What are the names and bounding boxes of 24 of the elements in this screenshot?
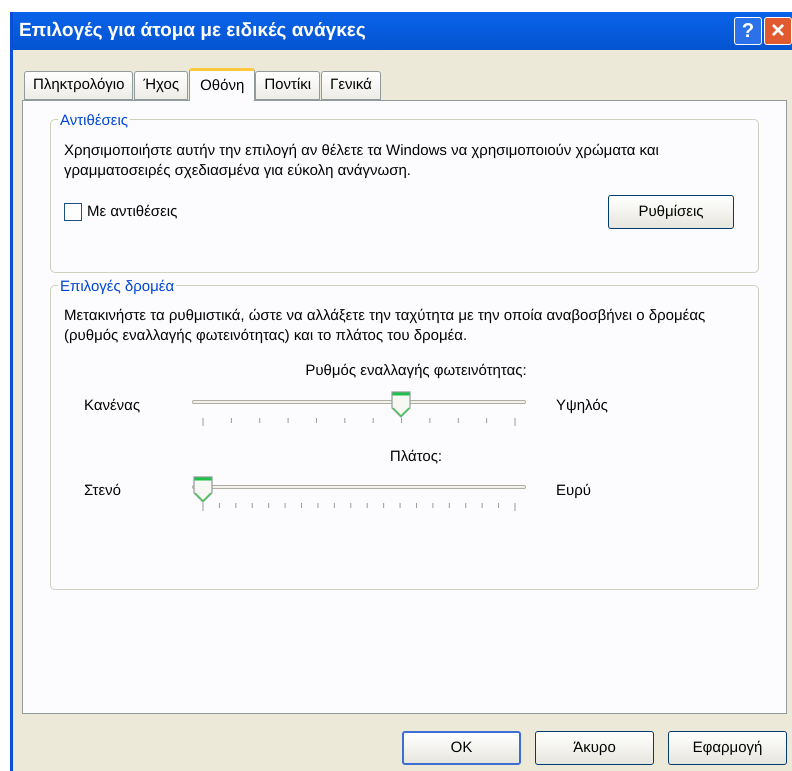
slider-thumb[interactable] [390,390,412,418]
dialog-button[interactable]: Άκυρο [535,731,654,765]
dialog-button[interactable]: OK [402,731,521,765]
slider-max-label: Υψηλός [556,396,608,416]
checkbox-label: Με αντιθέσεις [87,202,178,222]
help-button[interactable]: ? [734,17,762,45]
close-button[interactable]: × [764,17,792,45]
contrast-description: Χρησιμοποιήστε αυτήν την επιλογή αν θέλετε τα Windows να χρησιμοποιούν χρώματα και γραμματοσειρές σχεδιασμένα για εύκολη ανάγνωση. [64,141,660,181]
slider-min-label: Στενό [84,481,122,502]
slider-thumb[interactable] [192,475,214,503]
tab[interactable]: Οθόνη [189,68,256,101]
cursor-description: Μετακινήστε τα ρυθμιστικά, ώστε να αλλάξετε την ταχύτητα με την οποία αναβοσβήνει ο δρομέας (ρυθμός εναλλαγής φωτεινότητας) και το πλάτος του δρομέα. [64,306,706,346]
settings-button[interactable]: Ρυθμίσεις [608,195,734,229]
slider-max-label: Ευρύ [556,481,591,502]
slider-label: Ρυθμός εναλλαγής φωτεινότητας: [305,361,527,381]
tab[interactable]: Ποντίκι [255,71,320,100]
tab[interactable]: Ήχος [134,71,188,100]
window-title: Επιλογές για άτομα με ειδικές ανάγκες [19,18,367,43]
slider-label: Πλάτος: [390,446,442,466]
tab[interactable]: Πληκτρολόγιο [24,71,134,100]
tab[interactable]: Γενικά [321,71,381,100]
slider-min-label: Κανένας [84,396,142,416]
dialog-button[interactable]: Εφαρμογή [668,731,787,765]
checkbox[interactable] [64,203,82,221]
